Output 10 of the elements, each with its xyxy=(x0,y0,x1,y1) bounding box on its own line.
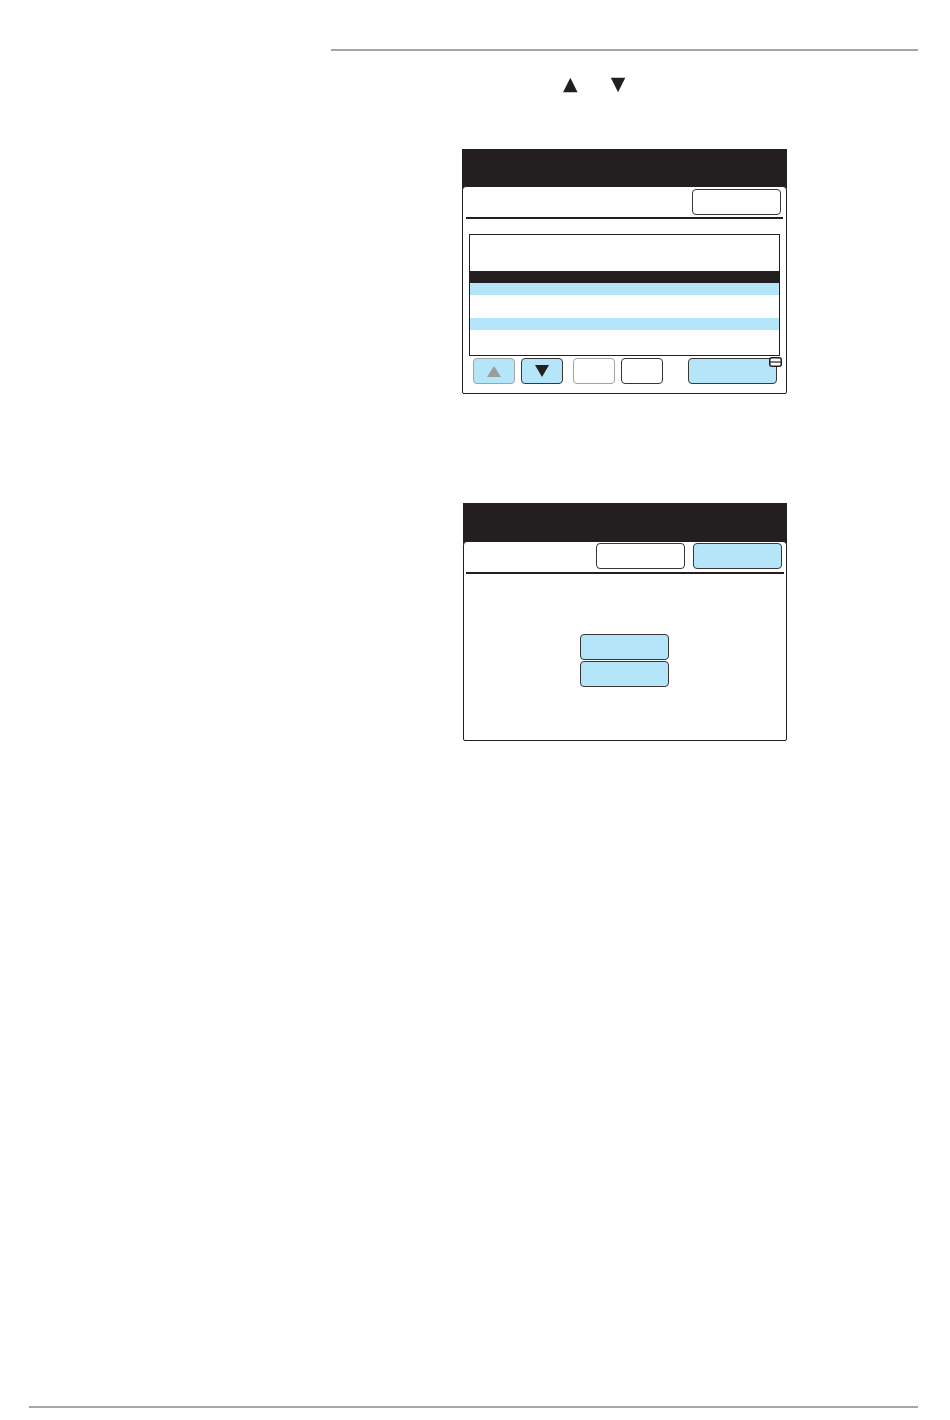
highlighted-button[interactable] xyxy=(579,661,669,687)
blank-button[interactable] xyxy=(621,358,663,384)
triangle-symbol: ▼ xyxy=(610,73,626,93)
highlighted-button[interactable] xyxy=(579,634,669,660)
blank-button[interactable] xyxy=(596,543,685,569)
blank-button[interactable] xyxy=(692,189,781,215)
triangle-symbol: ▲ xyxy=(563,73,578,93)
action-button[interactable] xyxy=(688,358,777,384)
highlighted-button[interactable] xyxy=(693,543,782,569)
scroll-down-button[interactable] xyxy=(521,358,563,384)
